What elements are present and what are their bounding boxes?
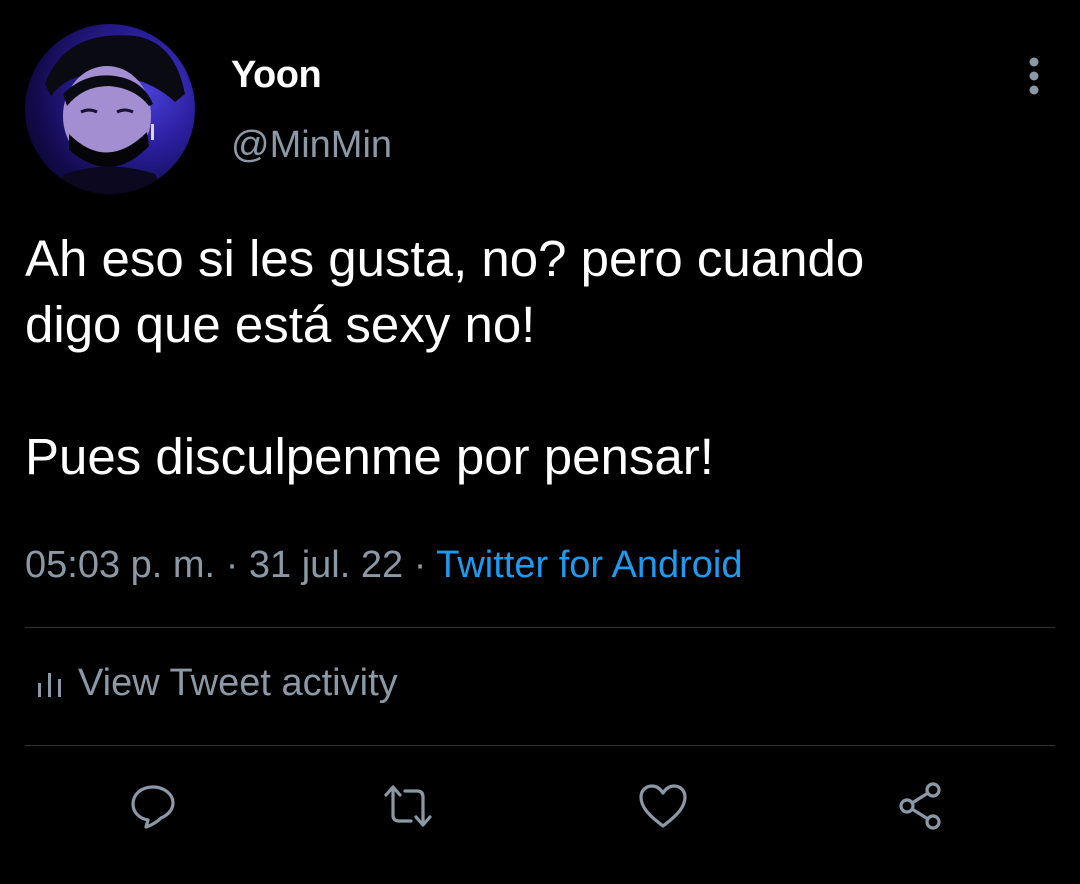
vertical-ellipsis-icon: [1029, 57, 1039, 95]
heart-icon: [639, 784, 687, 828]
display-name[interactable]: Yoon: [231, 54, 322, 97]
meta-separator: ·: [225, 544, 249, 586]
tweet-metadata: 05:03 p. m. · 31 jul. 22 · Twitter for A…: [25, 544, 742, 587]
more-options-button[interactable]: [1014, 54, 1054, 98]
retweet-button[interactable]: [380, 778, 436, 834]
avatar-photo: [45, 35, 185, 194]
tweet-detail: Yoon @MinMin Ah eso si les gusta, no? pe…: [0, 0, 1080, 884]
bar-chart-icon: [36, 669, 64, 699]
share-icon: [899, 782, 941, 830]
avatar[interactable]: [25, 24, 195, 194]
view-tweet-activity-button[interactable]: View Tweet activity: [36, 662, 398, 705]
username-handle[interactable]: @MinMin: [231, 124, 392, 167]
divider: [25, 745, 1055, 746]
tweet-time[interactable]: 05:03 p. m.: [25, 544, 215, 586]
retweet-icon: [384, 785, 432, 827]
share-button[interactable]: [893, 778, 949, 834]
meta-separator: ·: [413, 544, 437, 586]
view-tweet-activity-label: View Tweet activity: [78, 662, 398, 704]
tweet-date[interactable]: 31 jul. 22: [249, 544, 403, 586]
like-button[interactable]: [635, 778, 691, 834]
speech-bubble-icon: [131, 785, 175, 829]
divider: [25, 627, 1055, 628]
tweet-source-link[interactable]: Twitter for Android: [436, 544, 742, 586]
reply-button[interactable]: [125, 778, 181, 834]
tweet-text: Ah eso si les gusta, no? pero cuando dig…: [25, 230, 865, 485]
